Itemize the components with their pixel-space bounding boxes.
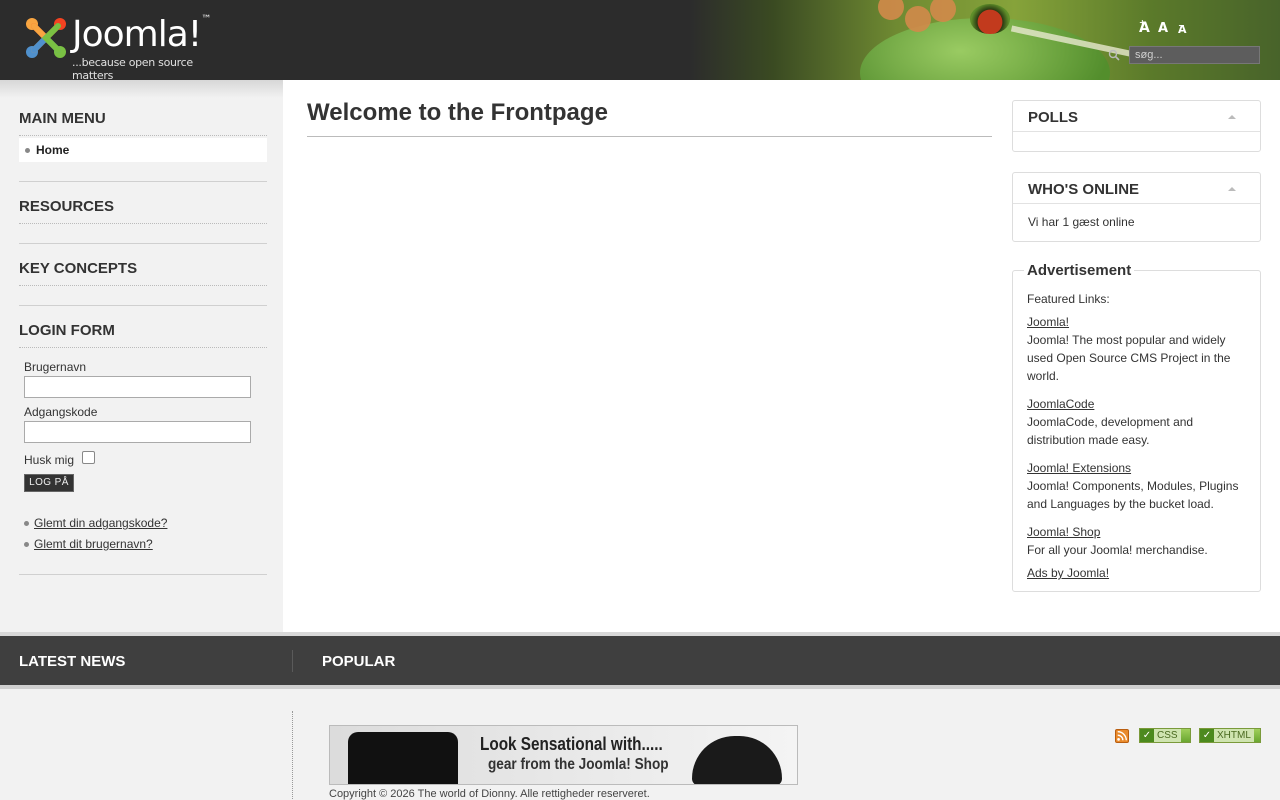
joomla-logo[interactable]: Joomla!™ ...because open source matters bbox=[22, 14, 237, 80]
check-icon: ✓ bbox=[1200, 729, 1214, 742]
bottom-modules-bar: LATEST NEWS POPULAR bbox=[0, 636, 1280, 685]
divider bbox=[19, 243, 267, 244]
username-field[interactable] bbox=[24, 376, 251, 398]
ad-description: Joomla! The most popular and widely used… bbox=[1027, 333, 1231, 383]
online-count-text: Vi har 1 gæst online bbox=[1028, 215, 1135, 229]
collapse-arrow-icon[interactable] bbox=[1228, 187, 1236, 191]
menu-item-home[interactable]: Home bbox=[19, 138, 267, 162]
font-larger-button[interactable]: A + bbox=[1139, 18, 1150, 37]
page-title: Welcome to the Frontpage bbox=[307, 99, 608, 126]
resources-title: RESOURCES bbox=[19, 198, 115, 215]
left-sidebar: MAIN MENU Home RESOURCES KEY CONCEPTS LO… bbox=[0, 80, 283, 632]
divider bbox=[19, 305, 267, 306]
ad-description: For all your Joomla! merchandise. bbox=[1027, 543, 1208, 557]
font-size-tools: A + A A − bbox=[1137, 18, 1197, 38]
search-input[interactable] bbox=[1129, 46, 1260, 64]
logo-wordmark: Joomla!™ bbox=[72, 14, 211, 55]
menu-item-label: Home bbox=[36, 143, 70, 157]
main-menu-title: MAIN MENU bbox=[19, 110, 106, 127]
password-label: Adgangskode bbox=[24, 405, 98, 419]
ad-description: Joomla! Components, Modules, Plugins and… bbox=[1027, 479, 1239, 511]
polls-title[interactable]: POLLS bbox=[1013, 101, 1260, 132]
search-icon bbox=[1108, 49, 1120, 61]
collapse-arrow-icon[interactable] bbox=[1228, 115, 1236, 119]
divider bbox=[19, 135, 267, 136]
title-divider bbox=[307, 136, 992, 137]
ad-description: JoomlaCode, development and distribution… bbox=[1027, 415, 1194, 447]
remember-me-label: Husk mig bbox=[24, 453, 75, 467]
username-label: Brugernavn bbox=[24, 360, 87, 374]
font-smaller-button[interactable]: A − bbox=[1178, 21, 1187, 38]
frog-toe bbox=[905, 6, 931, 32]
popular-title: POPULAR bbox=[322, 653, 396, 670]
valid-css-badge[interactable]: ✓ CSS bbox=[1139, 728, 1191, 743]
ad-link-shop[interactable]: Joomla! Shop bbox=[1027, 525, 1100, 539]
password-field[interactable] bbox=[24, 421, 251, 443]
bullet-icon bbox=[24, 521, 29, 527]
divider bbox=[19, 574, 267, 575]
remember-me-checkbox[interactable] bbox=[82, 451, 95, 464]
valid-xhtml-badge[interactable]: ✓ XHTML bbox=[1199, 728, 1261, 743]
divider bbox=[292, 650, 293, 672]
font-reset-button[interactable]: A bbox=[1158, 21, 1168, 36]
login-button[interactable]: LOG PÅ bbox=[24, 474, 74, 492]
bullet-icon bbox=[25, 148, 30, 154]
key-concepts-title: KEY CONCEPTS bbox=[19, 260, 138, 277]
cap-image bbox=[692, 736, 782, 784]
polls-module: POLLS bbox=[1012, 100, 1261, 152]
latest-news-title: LATEST NEWS bbox=[19, 653, 126, 670]
ad-link-extensions[interactable]: Joomla! Extensions bbox=[1027, 461, 1131, 475]
site-header: Joomla!™ ...because open source matters … bbox=[0, 0, 1280, 80]
banner-subline: gear from the Joomla! Shop bbox=[488, 756, 669, 773]
divider bbox=[292, 711, 293, 800]
ads-by-joomla-link[interactable]: Ads by Joomla! bbox=[1027, 566, 1109, 580]
copyright-text: Copyright © 2026 The world of Dionny. Al… bbox=[329, 788, 650, 800]
frog-eye bbox=[970, 4, 1010, 34]
forgot-password-link[interactable]: Glemt din adgangskode? bbox=[24, 516, 167, 530]
login-form-title: LOGIN FORM bbox=[19, 322, 115, 339]
divider bbox=[19, 347, 267, 348]
whos-online-module: WHO'S ONLINE Vi har 1 gæst online bbox=[1012, 172, 1261, 242]
banner-headline: Look Sensational with..... bbox=[480, 734, 663, 754]
featured-links-label: Featured Links: bbox=[1027, 292, 1110, 306]
whos-online-title[interactable]: WHO'S ONLINE bbox=[1013, 173, 1260, 204]
bullet-icon bbox=[24, 542, 29, 548]
joomla-shop-banner[interactable]: Look Sensational with..... gear from the… bbox=[329, 725, 798, 785]
check-icon: ✓ bbox=[1140, 729, 1154, 742]
forgot-username-link[interactable]: Glemt dit brugernavn? bbox=[24, 537, 153, 551]
sidebar-shade bbox=[0, 80, 283, 98]
divider bbox=[19, 223, 267, 224]
divider bbox=[19, 181, 267, 182]
ad-link-joomla[interactable]: Joomla! bbox=[1027, 315, 1069, 329]
bag-image bbox=[348, 732, 458, 784]
logo-tagline: ...because open source matters bbox=[72, 56, 193, 80]
ad-link-joomlacode[interactable]: JoomlaCode bbox=[1027, 397, 1094, 411]
advertisement-title: Advertisement bbox=[1024, 262, 1135, 279]
divider bbox=[19, 285, 267, 286]
joomla-logo-icon bbox=[26, 18, 66, 58]
rss-icon[interactable] bbox=[1115, 729, 1129, 743]
